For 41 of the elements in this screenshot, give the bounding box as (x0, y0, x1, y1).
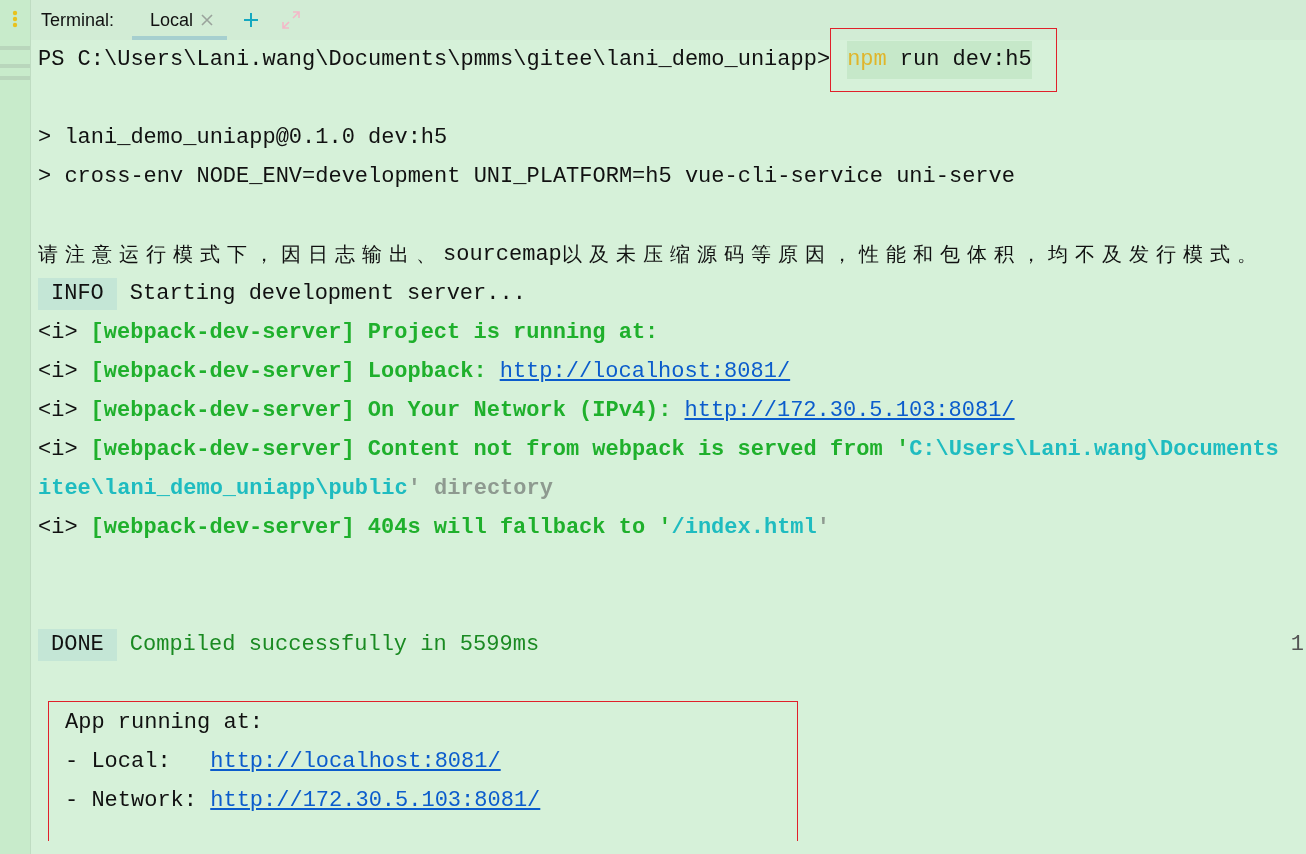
terminal-text: run dev:h5 (899, 47, 1032, 72)
log-message: [webpack-dev-server] Project is running at: (90, 320, 659, 345)
vertical-dots-icon[interactable] (12, 10, 18, 28)
terminal-text: <i> (38, 398, 78, 423)
url-link[interactable]: http://172.30.5.103:8081/ (684, 398, 1015, 423)
command-keyword: npm (847, 47, 887, 72)
terminal-text: PS C:\Users\Lani.wang\Documents\pmms\gitee\lani_demo_uniapp> (38, 47, 831, 72)
terminal-text: > cross-env NODE_ENV=development UNI_PLATFORM=h5 vue-cli-service uni-serve (38, 164, 1015, 189)
path-text: itee\lani_demo_uniapp\public (38, 476, 408, 501)
url-link[interactable]: http://172.30.5.103:8081/ (210, 788, 541, 813)
status-badge: INFO (38, 277, 117, 310)
terminal-text: <i> (38, 359, 78, 384)
log-message: [webpack-dev-server] On Your Network (IPv4): (90, 398, 672, 423)
terminal-text: Starting development server... (129, 281, 526, 306)
terminal-text: <i> (38, 515, 78, 540)
line-marker: 1 (1290, 632, 1305, 657)
log-message: [webpack-dev-server] Loopback: (90, 359, 487, 384)
notice-text: 请注意运行模式下，因日志输出、 (38, 241, 443, 268)
success-message: Compiled successfully in 5599ms (129, 632, 540, 657)
terminal-text: <i> (38, 437, 78, 462)
terminal-tab[interactable]: Local (132, 0, 228, 40)
close-icon[interactable] (201, 14, 214, 26)
notice-text: 以及未压缩源码等原因，性能和包体积，均不及发行模式。 (561, 241, 1264, 268)
terminal-label: Terminal: (41, 9, 115, 31)
log-message: ' (816, 515, 830, 540)
status-badge: DONE (38, 628, 117, 661)
log-message: [webpack-dev-server] Content not from webpack is served from ' (90, 437, 910, 462)
terminal-text: sourcemap (443, 242, 562, 267)
url-link[interactable]: http://localhost:8081/ (499, 359, 791, 384)
expand-icon[interactable] (281, 10, 302, 30)
terminal-text: <i> (38, 320, 78, 345)
log-message: [webpack-dev-server] 404s will fallback to ' (90, 515, 672, 540)
plus-icon[interactable] (243, 12, 260, 28)
terminal-text: > lani_demo_uniapp@0.1.0 dev:h5 (38, 125, 448, 150)
log-message: ' directory (407, 476, 553, 501)
terminal-text: - Network: (65, 788, 199, 813)
url-link[interactable]: http://localhost:8081/ (210, 749, 501, 774)
path-text: /index.html (671, 515, 817, 540)
path-text: C:\Users\Lani.wang\Documents (909, 437, 1279, 462)
terminal-text: - Local: (65, 749, 172, 774)
terminal-text: App running at: (65, 710, 264, 735)
